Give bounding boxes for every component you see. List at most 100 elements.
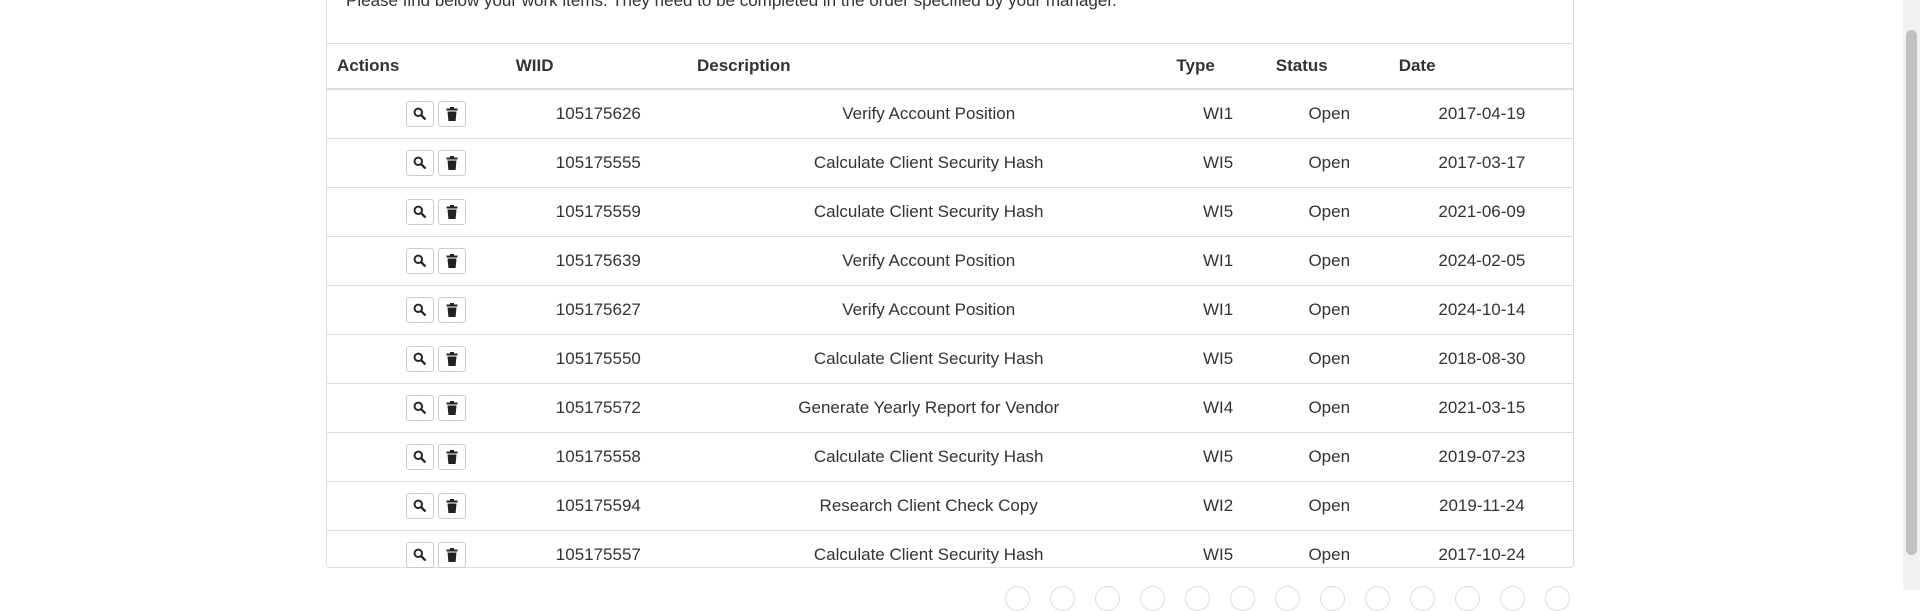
cell-status: Open xyxy=(1267,382,1391,432)
cell-status: Open xyxy=(1267,235,1391,285)
search-icon xyxy=(413,352,427,365)
cell-type: WI1 xyxy=(1168,284,1268,334)
delete-button[interactable] xyxy=(437,394,466,421)
trash-icon xyxy=(446,106,458,121)
cell-wiid: 105175572 xyxy=(507,382,689,432)
row-actions xyxy=(327,333,508,383)
trash-icon xyxy=(446,449,458,464)
delete-button[interactable] xyxy=(437,247,466,274)
cell-type: WI1 xyxy=(1168,88,1268,138)
row-actions xyxy=(327,529,508,579)
row-actions xyxy=(327,284,508,334)
table-row: 105175594 Research Client Check Copy WI2 Op… xyxy=(327,480,1573,530)
delete-button[interactable] xyxy=(437,149,466,176)
work-items-panel: Please find below your work items. They … xyxy=(326,0,1574,579)
cell-date: 2021-06-09 xyxy=(1390,186,1573,236)
header-status: Status xyxy=(1267,43,1391,90)
table-row: 105175627 Verify Account Position WI1 Open 2… xyxy=(327,284,1573,334)
table-row: 105175558 Calculate Client Security Hash W… xyxy=(327,431,1573,481)
view-button[interactable] xyxy=(405,100,434,127)
table-row: 105175550 Calculate Client Security Hash W… xyxy=(327,333,1573,383)
cell-wiid: 105175626 xyxy=(507,88,689,138)
delete-button[interactable] xyxy=(437,100,466,127)
view-button[interactable] xyxy=(405,443,434,470)
cell-status: Open xyxy=(1267,529,1391,579)
trash-icon xyxy=(446,498,458,513)
cell-status: Open xyxy=(1267,186,1391,236)
trash-icon xyxy=(446,155,458,170)
trash-icon xyxy=(446,351,458,366)
cell-description: Verify Account Position xyxy=(688,235,1169,285)
view-button[interactable] xyxy=(405,394,434,421)
trash-icon xyxy=(446,302,458,317)
view-button[interactable] xyxy=(405,149,434,176)
trash-icon xyxy=(446,547,458,562)
cell-wiid: 105175558 xyxy=(507,431,689,481)
view-button[interactable] xyxy=(405,296,434,323)
cell-type: WI5 xyxy=(1168,333,1268,383)
cell-wiid: 105175639 xyxy=(507,235,689,285)
row-actions xyxy=(327,88,508,138)
view-button[interactable] xyxy=(405,198,434,225)
cell-description: Research Client Check Copy xyxy=(688,480,1169,530)
delete-button[interactable] xyxy=(437,296,466,323)
cell-description: Verify Account Position xyxy=(688,88,1169,138)
cell-type: WI4 xyxy=(1168,382,1268,432)
search-icon xyxy=(413,401,427,414)
table-header-row: Actions WIID Description Type Status Dat… xyxy=(327,43,1573,90)
cell-wiid: 105175550 xyxy=(507,333,689,383)
intro-text: Please find below your work items. They … xyxy=(346,0,1117,10)
view-button[interactable] xyxy=(405,492,434,519)
search-icon xyxy=(413,499,427,512)
row-actions xyxy=(327,480,508,530)
table-row: 105175555 Calculate Client Security Hash W… xyxy=(327,137,1573,187)
cell-description: Calculate Client Security Hash xyxy=(688,186,1169,236)
search-icon xyxy=(413,303,427,316)
scrollbar[interactable] xyxy=(1903,0,1920,590)
view-button[interactable] xyxy=(405,247,434,274)
row-actions xyxy=(327,186,508,236)
cell-wiid: 105175627 xyxy=(507,284,689,334)
search-icon xyxy=(413,156,427,169)
header-type: Type xyxy=(1168,43,1268,90)
cell-wiid: 105175557 xyxy=(507,529,689,579)
trash-icon xyxy=(446,253,458,268)
cell-date: 2017-03-17 xyxy=(1390,137,1573,187)
cell-status: Open xyxy=(1267,284,1391,334)
cell-type: WI5 xyxy=(1168,431,1268,481)
cell-date: 2024-10-14 xyxy=(1390,284,1573,334)
cell-wiid: 105175559 xyxy=(507,186,689,236)
cell-date: 2019-07-23 xyxy=(1390,431,1573,481)
header-date: Date xyxy=(1390,43,1573,90)
trash-icon xyxy=(446,204,458,219)
cell-description: Generate Yearly Report for Vendor xyxy=(688,382,1169,432)
delete-button[interactable] xyxy=(437,345,466,372)
view-button[interactable] xyxy=(405,345,434,372)
table-row: 105175557 Calculate Client Security Hash W… xyxy=(327,529,1573,579)
cell-status: Open xyxy=(1267,480,1391,530)
cell-description: Calculate Client Security Hash xyxy=(688,529,1169,579)
cell-date: 2021-03-15 xyxy=(1390,382,1573,432)
delete-button[interactable] xyxy=(437,492,466,519)
cell-description: Calculate Client Security Hash xyxy=(688,333,1169,383)
delete-button[interactable] xyxy=(437,198,466,225)
cell-type: WI5 xyxy=(1168,186,1268,236)
cell-type: WI5 xyxy=(1168,529,1268,579)
header-description: Description xyxy=(688,43,1169,90)
search-icon xyxy=(413,450,427,463)
delete-button[interactable] xyxy=(437,541,466,568)
cell-description: Calculate Client Security Hash xyxy=(688,137,1169,187)
cell-date: 2017-10-24 xyxy=(1390,529,1573,579)
cell-status: Open xyxy=(1267,88,1391,138)
search-icon xyxy=(413,107,427,120)
cell-date: 2019-11-24 xyxy=(1390,480,1573,530)
search-icon xyxy=(413,205,427,218)
cell-wiid: 105175594 xyxy=(507,480,689,530)
row-actions xyxy=(327,431,508,481)
scrollbar-thumb[interactable] xyxy=(1906,30,1917,555)
table-row: 105175559 Calculate Client Security Hash W… xyxy=(327,186,1573,236)
cell-status: Open xyxy=(1267,333,1391,383)
row-actions xyxy=(327,137,508,187)
delete-button[interactable] xyxy=(437,443,466,470)
view-button[interactable] xyxy=(405,541,434,568)
